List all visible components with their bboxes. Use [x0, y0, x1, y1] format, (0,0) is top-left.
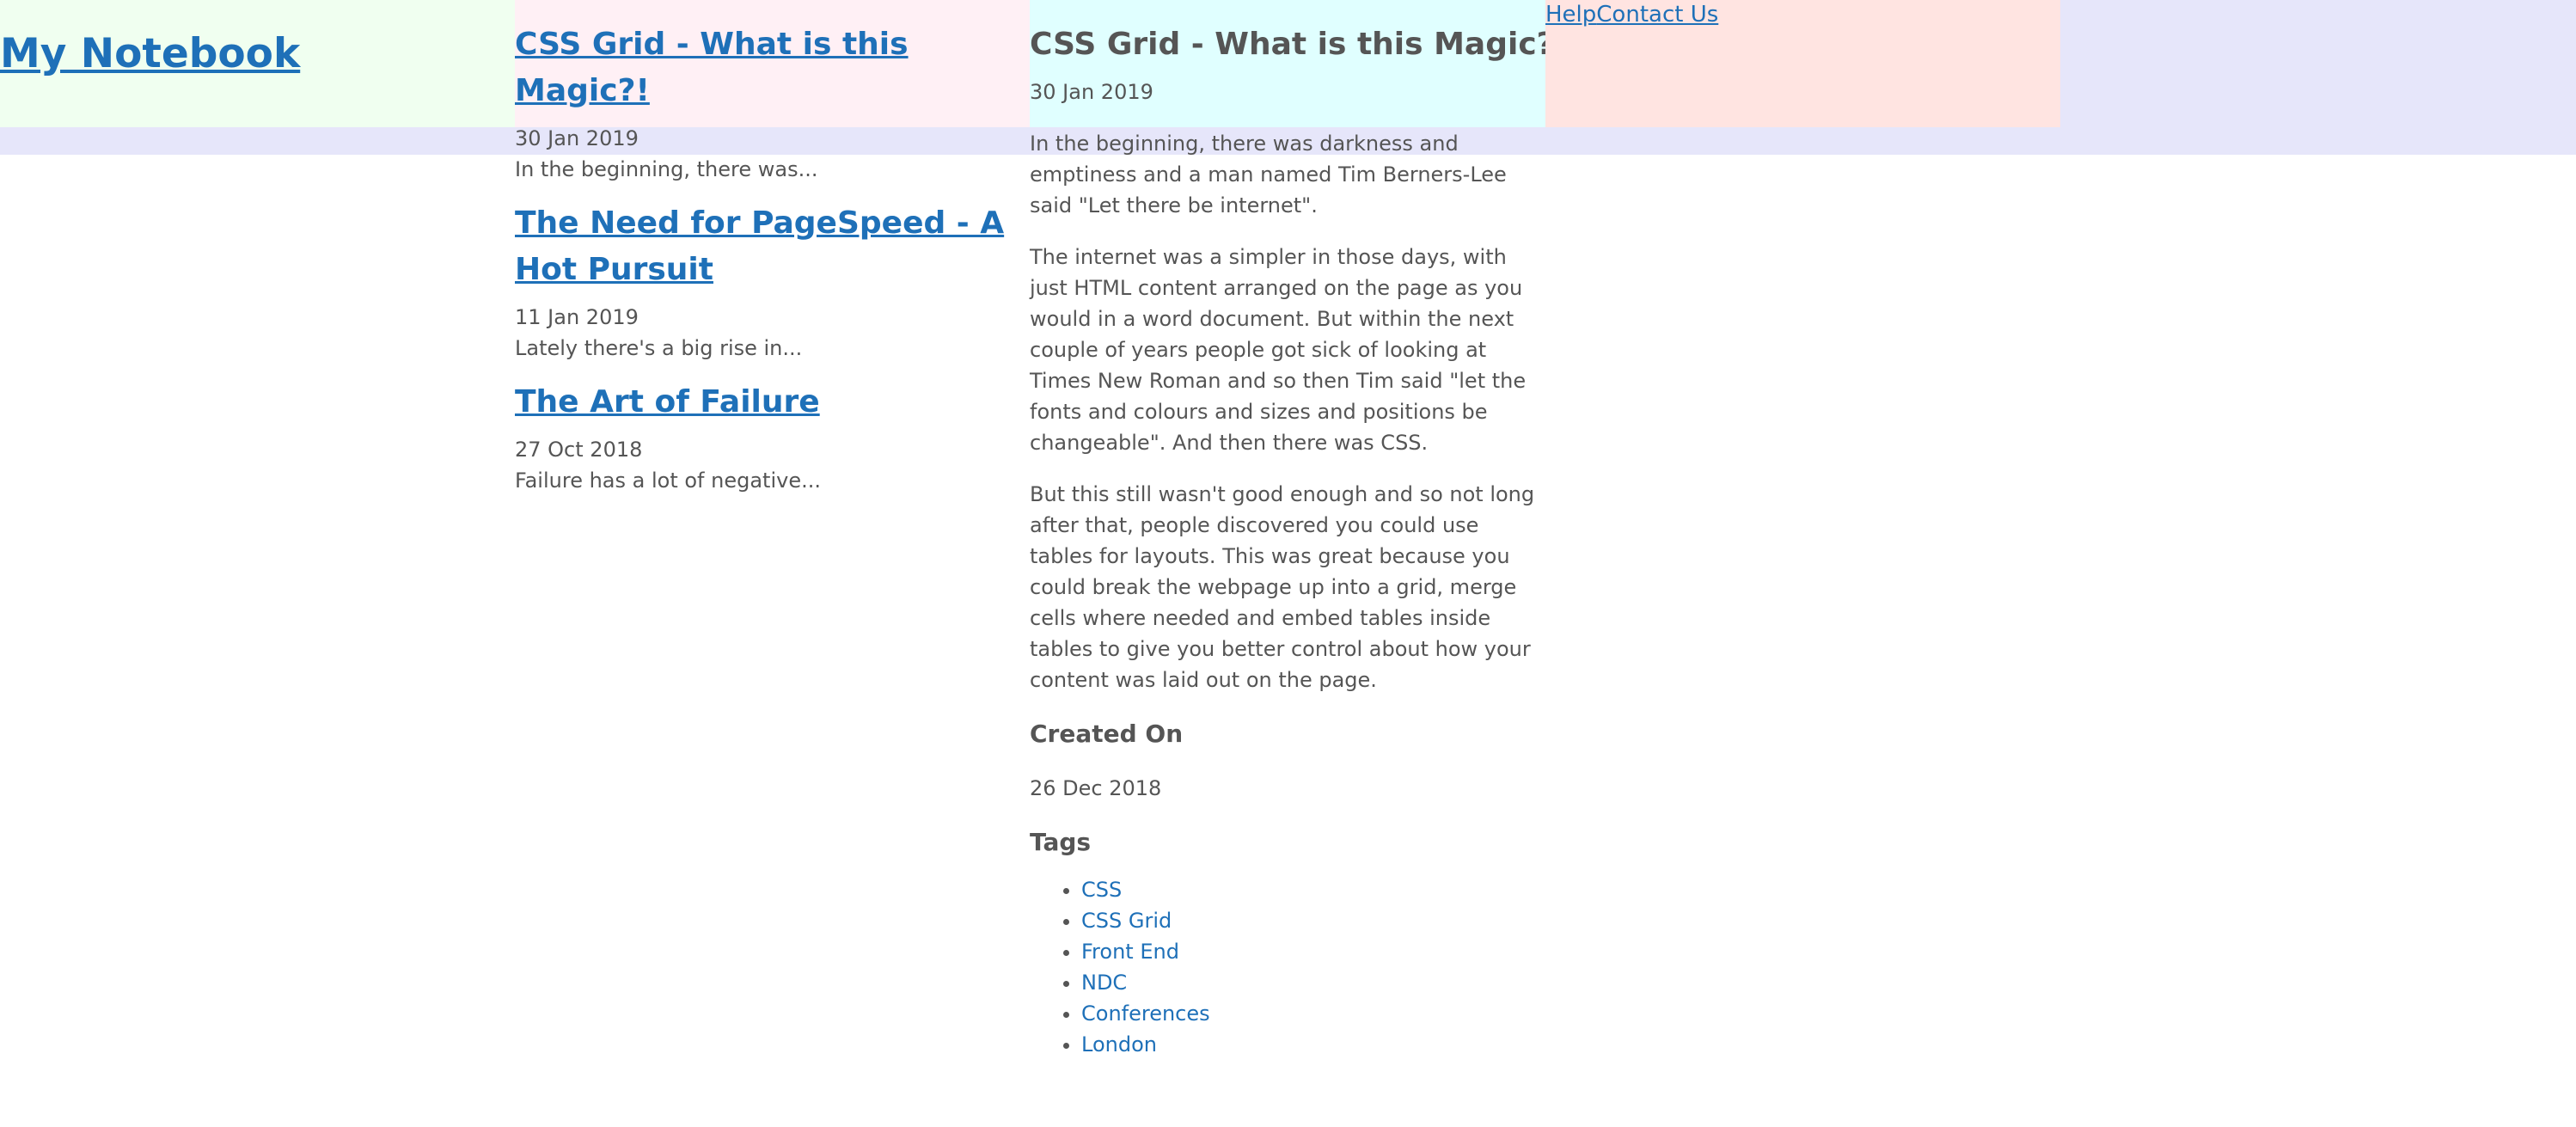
created-date: 26 Dec 2018	[1030, 776, 1162, 800]
tag-link[interactable]: NDC	[1081, 971, 1127, 995]
article-item: CSS Grid - What is this Magic?! 30 Jan 2…	[515, 21, 1030, 185]
tag-item: NDC	[1081, 967, 1545, 998]
article-item: The Need for PageSpeed - A Hot Pursuit 1…	[515, 200, 1030, 364]
nav-help-link[interactable]: Help	[1545, 2, 1596, 28]
article-title-link[interactable]: The Art of Failure	[515, 379, 1030, 426]
tag-item: Front End	[1081, 936, 1545, 967]
article-list: CSS Grid - What is this Magic?! 30 Jan 2…	[515, 21, 1030, 496]
article-excerpt: Failure has a lot of negative...	[515, 469, 821, 493]
post-content: CSS Grid - What is this Magic?! 30 Jan 2…	[1030, 21, 1569, 1060]
created-on-heading: Created On	[1030, 720, 1184, 748]
article-date: 30 Jan 2019	[515, 126, 639, 150]
tag-list: CSS CSS Grid Front End NDC Conferences L…	[1030, 874, 1545, 1060]
tag-link[interactable]: Front End	[1081, 940, 1179, 964]
post-paragraph: But this still wasn't good enough and so…	[1030, 482, 1535, 692]
article-date: 27 Oct 2018	[515, 438, 643, 462]
post-paragraph: In the beginning, there was darkness and…	[1030, 132, 1507, 217]
article-title-link[interactable]: The Need for PageSpeed - A Hot Pursuit	[515, 200, 1030, 293]
tag-item: London	[1081, 1029, 1545, 1060]
site-header: My Notebook	[0, 0, 515, 127]
tag-item: CSS Grid	[1081, 905, 1545, 936]
tag-link[interactable]: Conferences	[1081, 1001, 1210, 1026]
tags-heading: Tags	[1030, 828, 1092, 856]
post-date: 30 Jan 2019	[1030, 80, 1153, 104]
tag-item: CSS	[1081, 874, 1545, 905]
nav-contact-link[interactable]: Contact Us	[1596, 2, 1718, 28]
tag-item: Conferences	[1081, 998, 1545, 1029]
post-title: CSS Grid - What is this Magic?!	[1030, 27, 1569, 62]
top-nav: HelpContact Us	[1545, 0, 1718, 29]
article-excerpt: Lately there's a big rise in...	[515, 336, 803, 360]
article-date: 11 Jan 2019	[515, 305, 639, 329]
tag-link[interactable]: CSS Grid	[1081, 909, 1172, 933]
post-paragraph: The internet was a simpler in those days…	[1030, 245, 1527, 455]
tag-link[interactable]: London	[1081, 1032, 1157, 1057]
article-title-link[interactable]: CSS Grid - What is this Magic?!	[515, 21, 1030, 114]
article-item: The Art of Failure 27 Oct 2018 Failure h…	[515, 379, 1030, 496]
article-excerpt: In the beginning, there was...	[515, 157, 818, 181]
site-title-link[interactable]: My Notebook	[0, 30, 300, 77]
tag-link[interactable]: CSS	[1081, 878, 1122, 902]
